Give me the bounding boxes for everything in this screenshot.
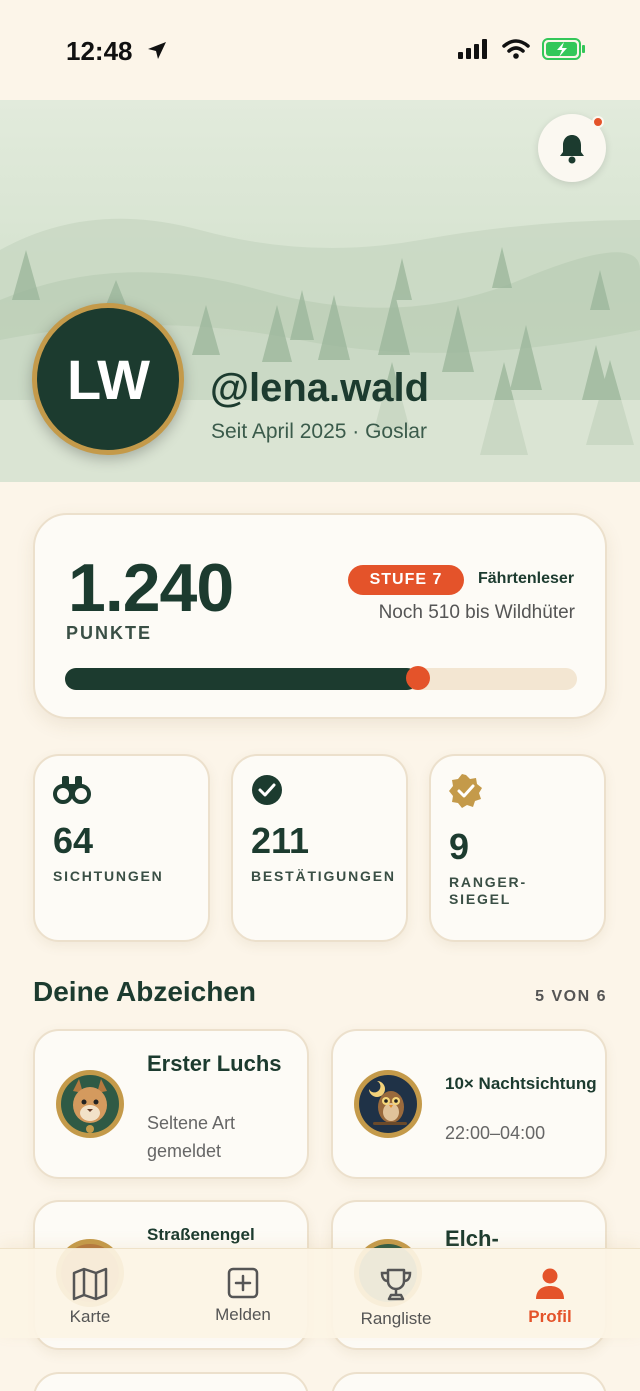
signal-icon	[458, 39, 490, 64]
status-icons	[458, 38, 586, 65]
avatar[interactable]: LW	[32, 303, 184, 455]
lynx-icon	[56, 1070, 124, 1138]
stat-label: SICHTUNGEN	[53, 868, 164, 884]
level-badge: STUFE 7	[348, 565, 464, 595]
bell-icon	[560, 135, 584, 164]
stat-label: RANGER-SIEGEL	[449, 874, 527, 907]
badge-card-night-sighting[interactable]: 10× Nachtsichtung 22:00–04:00	[331, 1029, 607, 1179]
level-progress-bar	[65, 666, 577, 690]
points-label: PUNKTE	[66, 623, 153, 643]
badge-card-partial[interactable]	[331, 1372, 607, 1391]
tab-profil[interactable]: Profil	[490, 1249, 610, 1339]
stat-value: 9	[449, 826, 470, 867]
next-level-text: Noch 510 bis Wildhüter	[378, 602, 575, 623]
tab-label: Karte	[69, 1307, 111, 1326]
tab-label: Melden	[215, 1305, 271, 1324]
plus-square-icon	[227, 1267, 259, 1299]
tab-karte[interactable]: Karte	[30, 1249, 150, 1339]
profile-username: @lena.wald	[210, 366, 430, 410]
tab-rangliste[interactable]: Rangliste	[336, 1249, 456, 1339]
stat-label: BESTÄTIGUNGEN	[251, 868, 396, 884]
tab-label: Rangliste	[360, 1309, 432, 1328]
status-time: 12:48	[66, 36, 133, 66]
badge-card-partial[interactable]	[33, 1372, 309, 1391]
owl-icon	[354, 1070, 422, 1138]
stat-card-sightings[interactable]: 64 SICHTUNGEN	[33, 754, 210, 942]
badge-subtitle: Seltene Art gemeldet	[147, 1113, 236, 1161]
binoculars-icon	[53, 774, 91, 809]
level-progress-knob	[406, 666, 430, 690]
level-progress-fill	[65, 668, 418, 690]
seal-badge-icon	[449, 774, 483, 813]
tab-bar: Karte Melden Rangliste Profil	[0, 1248, 640, 1338]
badge-subtitle: 22:00–04:00	[445, 1123, 546, 1143]
check-circle-icon	[251, 774, 283, 811]
stat-card-confirmations[interactable]: 211 BESTÄTIGUNGEN	[231, 754, 408, 942]
tab-melden[interactable]: Melden	[183, 1249, 303, 1339]
stat-value: 211	[251, 820, 310, 861]
points-card: 1.240 PUNKTE STUFE 7 Fährtenleser Noch 5…	[33, 513, 607, 719]
stat-value: 64	[53, 820, 94, 861]
person-icon	[536, 1268, 564, 1299]
profile-member-since: Seit April 2025 · Goslar	[211, 420, 427, 443]
trophy-icon	[380, 1268, 412, 1301]
notification-dot	[592, 116, 604, 128]
status-bar: 12:48	[0, 0, 640, 100]
profile-hero: LW @lena.wald Seit April 2025 · Goslar	[0, 100, 640, 482]
wifi-icon	[502, 39, 530, 64]
points-value: 1.240	[68, 550, 234, 626]
badges-count[interactable]: 5 VON 6	[535, 988, 607, 1006]
battery-charging-icon	[542, 38, 586, 65]
notifications-button[interactable]	[538, 114, 606, 182]
location-arrow-icon	[146, 40, 168, 67]
stat-card-ranger-seals[interactable]: 9 RANGER-SIEGEL	[429, 754, 606, 942]
badge-title: Erster Luchs	[147, 1051, 282, 1076]
badge-title: Straßenengel	[147, 1225, 255, 1244]
badge-card-first-lynx[interactable]: Erster Luchs Seltene Art gemeldet	[33, 1029, 309, 1179]
level-name: Fährtenleser	[478, 570, 575, 587]
tab-label: Profil	[528, 1307, 572, 1326]
map-icon	[72, 1267, 108, 1301]
badge-title: 10× Nachtsichtung	[445, 1074, 597, 1093]
badges-section-title: Deine Abzeichen	[33, 976, 257, 1007]
